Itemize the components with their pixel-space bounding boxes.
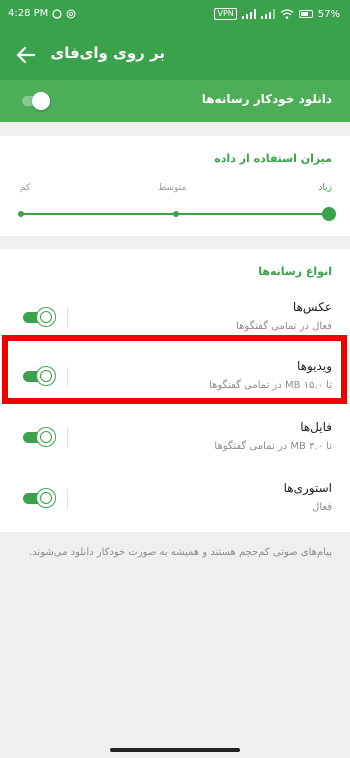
back-arrow-icon[interactable]	[14, 43, 38, 67]
slider-stop-medium	[173, 211, 179, 217]
level-medium-label: متوسط	[158, 183, 187, 193]
row-divider	[67, 428, 68, 448]
media-types-title: انواع رسانه‌ها	[258, 265, 332, 278]
app-bar: بر روی وای‌فای	[0, 30, 350, 80]
media-row-name: استوری‌ها	[283, 481, 332, 495]
media-row-stories[interactable]: استوری‌ها فعال	[0, 471, 350, 529]
at-sign-icon	[66, 9, 76, 18]
media-row-name: ویدیوها	[297, 359, 332, 373]
voice-messages-note: پیام‌های صوتی کم‌حجم هستند و همیشه به صو…	[29, 547, 332, 558]
media-row-photos[interactable]: عکس‌ها فعال در تمامی گفتگوها	[0, 290, 350, 348]
slider-stop-low	[18, 211, 24, 217]
toggle-knob	[37, 489, 55, 507]
auto-download-toggle[interactable]	[18, 92, 52, 110]
status-left: 4:28 PM	[8, 8, 76, 19]
files-toggle[interactable]	[20, 428, 55, 446]
page-title: بر روی وای‌فای	[50, 44, 165, 62]
media-row-name: فایل‌ها	[300, 420, 332, 434]
media-row-videos[interactable]: ویدیوها تا ۱۵.۰ MB در تمامی گفتگوها	[0, 349, 350, 407]
media-types-card: انواع رسانه‌ها عکس‌ها فعال در تمامی گفتگ…	[0, 249, 350, 532]
status-bar: 4:28 PM VPN 57%	[0, 0, 350, 30]
battery-level: 57%	[317, 8, 340, 20]
auto-download-label: دانلود خودکار رسانه‌ها	[201, 92, 332, 106]
toggle-knob	[32, 92, 50, 110]
battery-icon	[298, 10, 313, 18]
home-indicator[interactable]	[110, 748, 240, 752]
data-usage-levels: زیاد متوسط کم	[0, 183, 350, 197]
videos-toggle[interactable]	[20, 367, 55, 385]
media-row-description: تا ۱۵.۰ MB در تمامی گفتگوها	[209, 380, 332, 391]
signal-icon-1	[241, 9, 256, 19]
media-row-description: فعال	[312, 502, 332, 513]
media-row-description: فعال در تمامی گفتگوها	[236, 321, 332, 332]
media-row-files[interactable]: فایل‌ها تا ۳.۰ MB در تمامی گفتگوها	[0, 410, 350, 468]
slider-knob[interactable]	[322, 207, 336, 221]
level-high-label: زیاد	[318, 183, 332, 193]
status-time: 4:28 PM	[8, 8, 49, 19]
row-divider	[67, 489, 68, 509]
auto-download-bar[interactable]: دانلود خودکار رسانه‌ها	[0, 80, 350, 122]
media-row-name: عکس‌ها	[292, 300, 332, 314]
toggle-knob	[37, 367, 55, 385]
wifi-icon	[280, 9, 294, 19]
toggle-knob	[37, 428, 55, 446]
stories-toggle[interactable]	[20, 489, 55, 507]
signal-icon-2	[260, 9, 275, 19]
notification-icon	[52, 8, 62, 19]
status-right: VPN 57%	[214, 8, 340, 20]
data-usage-title: میزان استفاده از داده	[214, 152, 332, 165]
toggle-knob	[37, 308, 55, 326]
media-row-description: تا ۳.۰ MB در تمامی گفتگوها	[214, 441, 332, 452]
vpn-badge: VPN	[214, 8, 237, 20]
level-low-label: کم	[20, 183, 31, 193]
row-divider	[67, 367, 68, 387]
settings-screen: 4:28 PM VPN	[0, 0, 350, 758]
photos-toggle[interactable]	[20, 308, 55, 326]
row-divider	[67, 308, 68, 328]
data-usage-slider[interactable]	[18, 206, 336, 222]
